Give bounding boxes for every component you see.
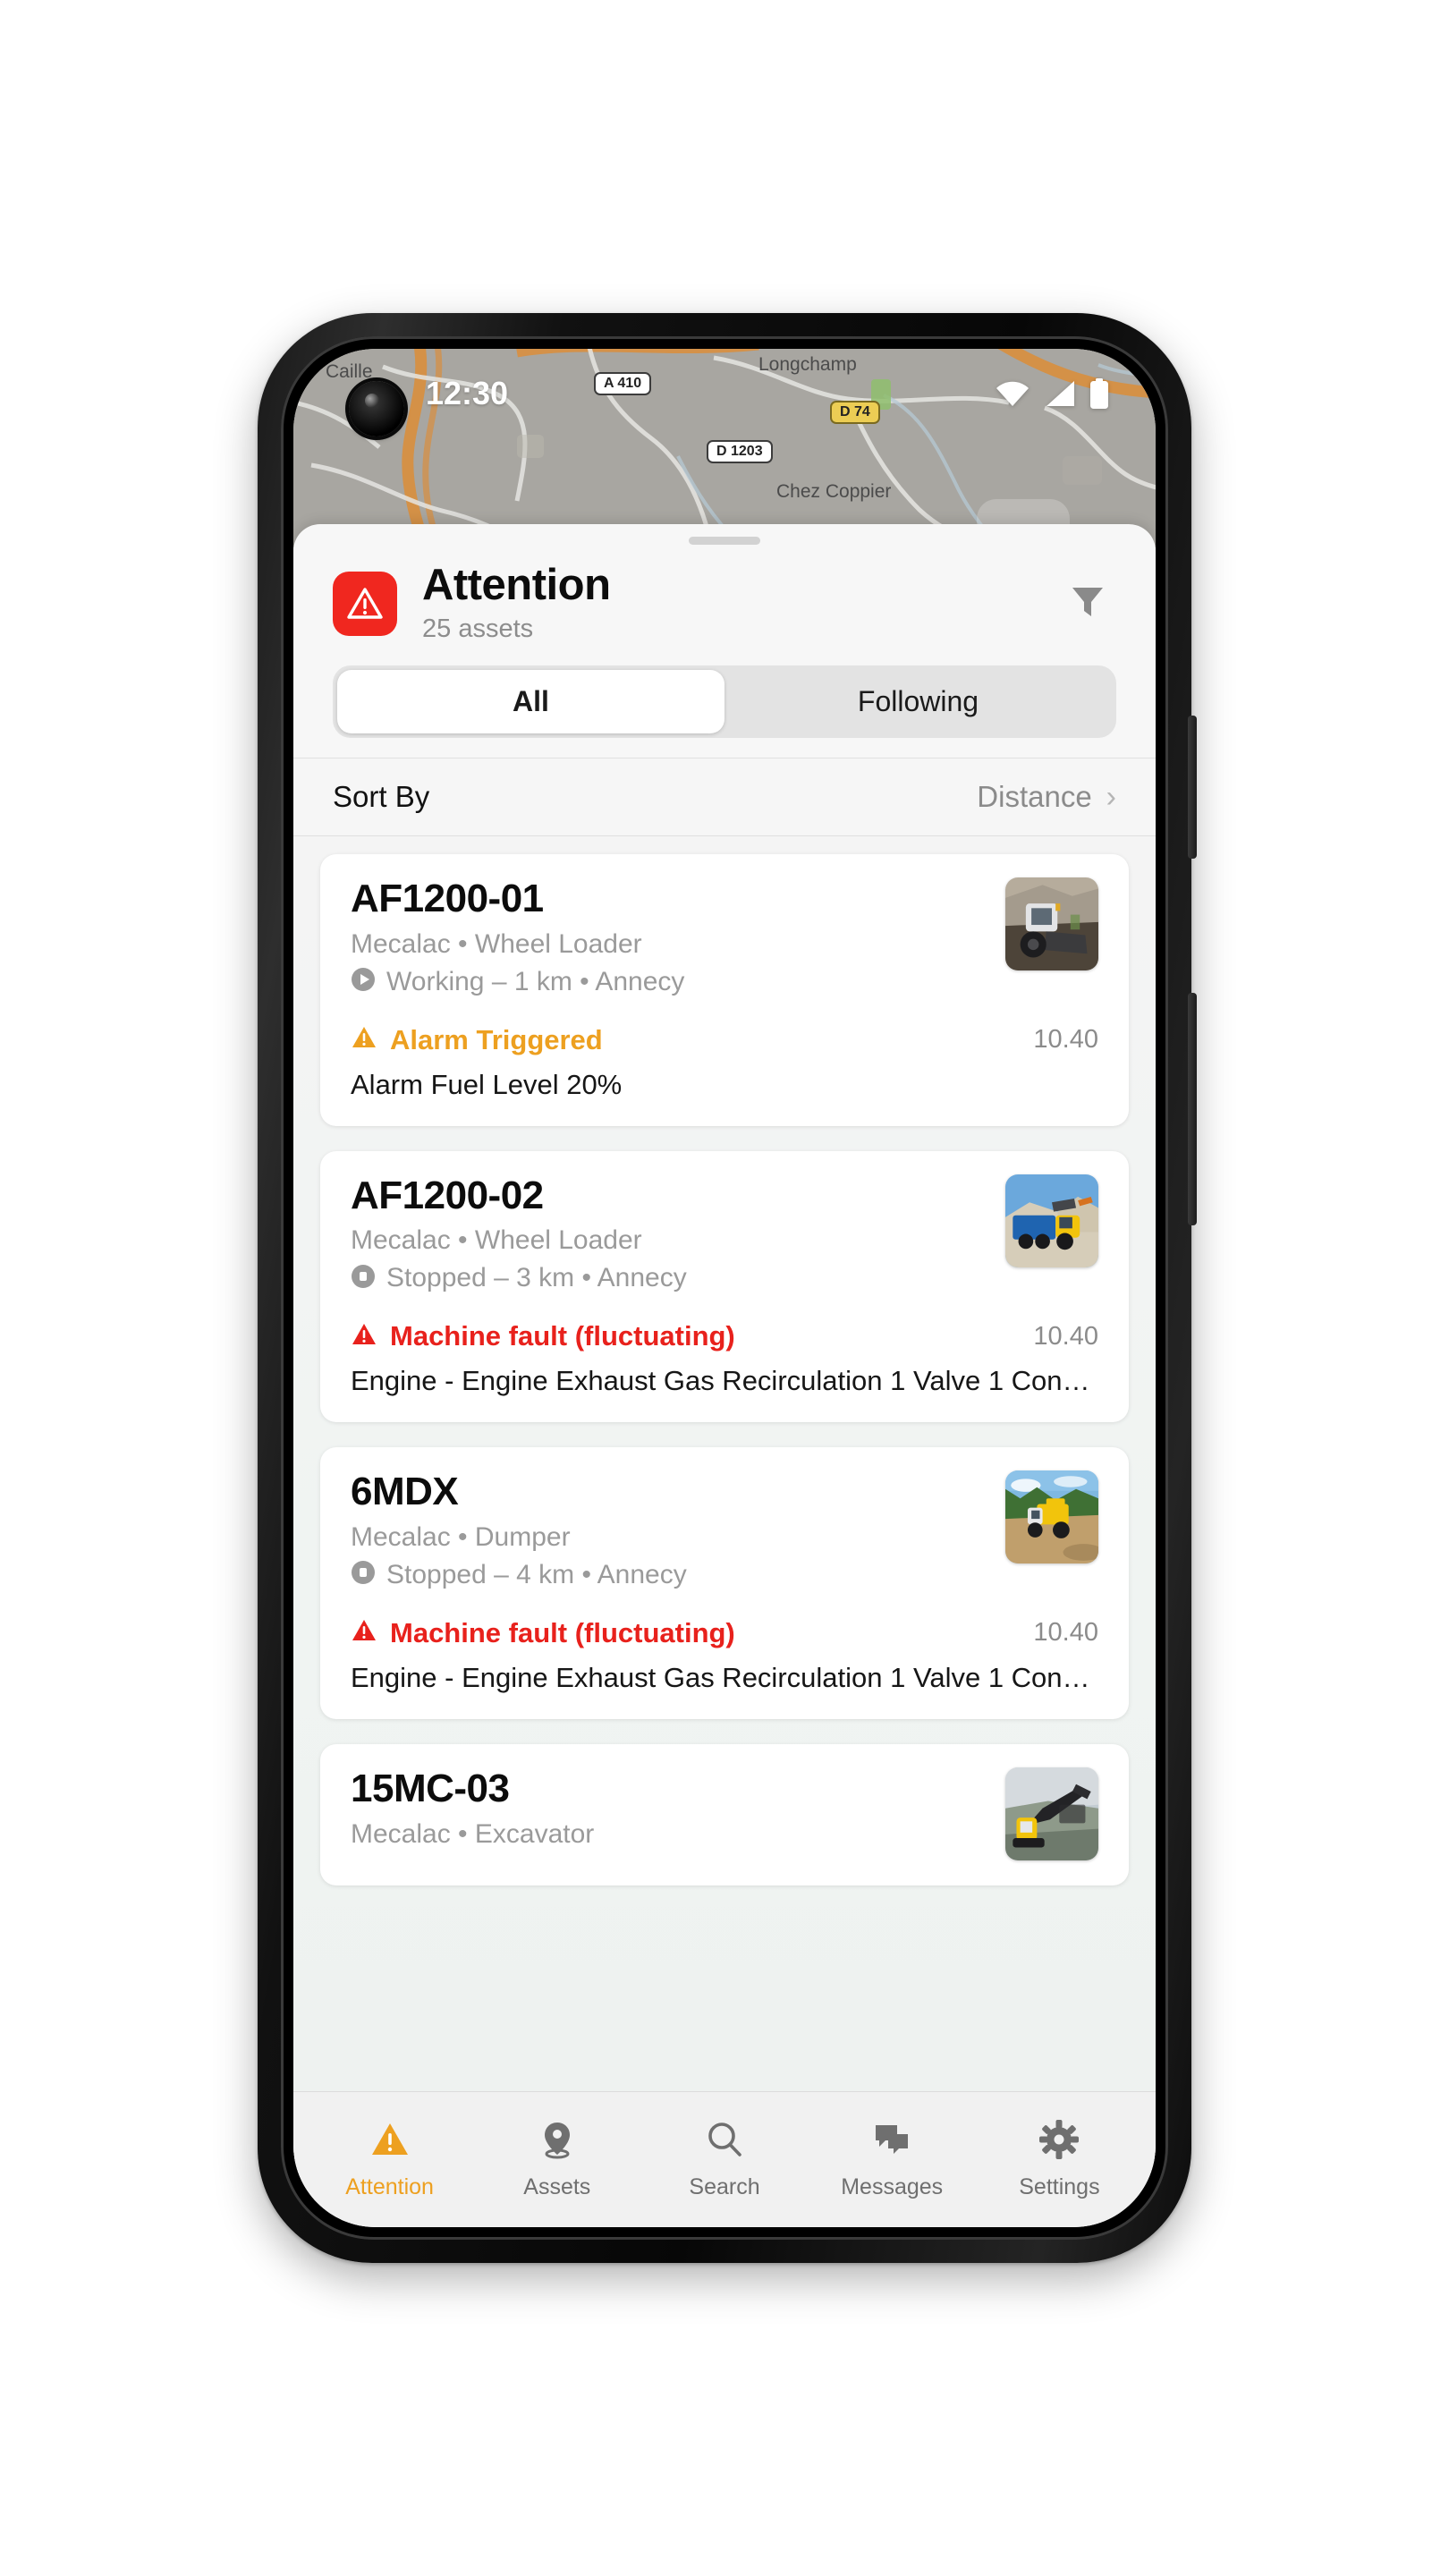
- tab-settings[interactable]: Settings: [976, 2119, 1143, 2200]
- asset-name: 15MC-03: [351, 1766, 510, 1810]
- wifi-icon: [995, 380, 1030, 407]
- map-label: Chez Coppier: [776, 481, 892, 502]
- gear-icon: [1038, 2119, 1080, 2165]
- list-item[interactable]: AF1200-01 Mecalac • Wheel Loader Working…: [320, 854, 1129, 1126]
- alert-label: Alarm Triggered: [390, 1023, 603, 1055]
- asset-card-details: 6MDX Mecalac • Dumper Stopped – 4 km • A…: [351, 1470, 987, 1590]
- tab-label: Search: [689, 2174, 760, 2199]
- status-bar: 12:30: [293, 349, 1156, 438]
- tab-attention[interactable]: Attention: [306, 2119, 473, 2200]
- asset-meta: Mecalac • Excavator: [351, 1818, 595, 1849]
- asset-status-text: Stopped – 4 km • Annecy: [386, 1559, 687, 1589]
- cellular-signal-icon: [1045, 380, 1075, 407]
- asset-status-text: Working – 1 km • Annecy: [386, 966, 685, 996]
- sheet-header-text: Attention 25 assets: [422, 561, 611, 644]
- chevron-right-icon: ›: [1106, 780, 1116, 815]
- asset-card-top: AF1200-02 Mecalac • Wheel Loader Stopped…: [351, 1174, 1098, 1294]
- asset-status-row: Stopped – 3 km • Annecy: [351, 1263, 987, 1293]
- status-bar-clock: 12:30: [426, 375, 509, 411]
- tab-assets[interactable]: Assets: [473, 2119, 640, 2200]
- search-icon: [704, 2119, 745, 2165]
- attention-bottom-sheet: Attention 25 assets All Following Sort B…: [293, 524, 1156, 2227]
- asset-thumbnail[interactable]: [1005, 1767, 1098, 1860]
- screenshot-canvas: Caille Longchamp Chez Coppier A 410 D 74…: [0, 0, 1449, 2576]
- tab-search[interactable]: Search: [640, 2119, 808, 2200]
- asset-meta: Mecalac • Wheel Loader: [351, 928, 642, 959]
- list-item[interactable]: 6MDX Mecalac • Dumper Stopped – 4 km • A…: [320, 1447, 1129, 1719]
- asset-meta: Mecalac • Wheel Loader: [351, 1225, 642, 1256]
- asset-count-subtitle: 25 assets: [422, 614, 534, 644]
- asset-status-row: Working – 1 km • Annecy: [351, 967, 987, 997]
- tab-label: Attention: [345, 2174, 434, 2199]
- play-circle-icon: [351, 967, 376, 996]
- asset-status-row: Stopped – 4 km • Annecy: [351, 1560, 987, 1590]
- phone-bezel: Caille Longchamp Chez Coppier A 410 D 74…: [281, 336, 1168, 2240]
- alert-label: Machine fault (fluctuating): [390, 1616, 735, 1648]
- power-button[interactable]: [1188, 716, 1197, 859]
- asset-card-top: 15MC-03 Mecalac • Excavator: [351, 1767, 1098, 1860]
- alert-description: Engine - Engine Exhaust Gas Recirculatio…: [351, 1661, 1090, 1693]
- alert-triangle-icon: [351, 1617, 377, 1648]
- asset-status-text: Stopped – 3 km • Annecy: [386, 1263, 687, 1293]
- filter-funnel-icon: [1068, 588, 1107, 624]
- bottom-tab-bar: Attention Assets Search Messages Setting…: [293, 2091, 1156, 2227]
- alert-time: 10.40: [1033, 1618, 1098, 1648]
- asset-card-details: AF1200-02 Mecalac • Wheel Loader Stopped…: [351, 1174, 987, 1294]
- asset-thumbnail[interactable]: [1005, 1174, 1098, 1267]
- road-shield: D 1203: [707, 440, 773, 463]
- scope-segmented-control[interactable]: All Following: [333, 665, 1116, 739]
- tab-messages[interactable]: Messages: [809, 2119, 976, 2200]
- alert-description: Alarm Fuel Level 20%: [351, 1068, 623, 1100]
- chat-bubbles-icon: [871, 2119, 912, 2165]
- asset-alert-row: Machine fault (fluctuating) 10.40: [351, 1320, 1098, 1352]
- asset-alert-row: Alarm Triggered 10.40: [351, 1024, 1098, 1056]
- sheet-drag-handle[interactable]: [689, 537, 760, 545]
- phone-device-frame: Caille Longchamp Chez Coppier A 410 D 74…: [258, 313, 1197, 2263]
- status-bar-icons: [995, 378, 1109, 409]
- sort-by-value: Distance: [977, 780, 1092, 814]
- asset-alert-row: Machine fault (fluctuating) 10.40: [351, 1617, 1098, 1649]
- tab-label: Settings: [1019, 2174, 1100, 2199]
- asset-card-top: 6MDX Mecalac • Dumper Stopped – 4 km • A…: [351, 1470, 1098, 1590]
- front-camera-punch-hole: [349, 381, 404, 436]
- alert-label: Machine fault (fluctuating): [390, 1320, 735, 1352]
- list-item[interactable]: AF1200-02 Mecalac • Wheel Loader Stopped…: [320, 1150, 1129, 1423]
- sort-by-label: Sort By: [333, 780, 430, 814]
- alert-triangle-icon: [351, 1321, 377, 1352]
- asset-name: AF1200-01: [351, 877, 544, 921]
- asset-card-details: 15MC-03 Mecalac • Excavator: [351, 1767, 987, 1860]
- alert-triangle-icon: [333, 571, 397, 636]
- tab-following[interactable]: Following: [724, 670, 1112, 733]
- alert-triangle-icon: [351, 1024, 377, 1055]
- volume-button[interactable]: [1188, 993, 1197, 1225]
- filter-button[interactable]: [1059, 572, 1116, 634]
- asset-card-top: AF1200-01 Mecalac • Wheel Loader Working…: [351, 877, 1098, 997]
- tab-label: Assets: [523, 2174, 591, 2199]
- asset-card-details: AF1200-01 Mecalac • Wheel Loader Working…: [351, 877, 987, 997]
- alert-triangle-icon: [369, 2119, 411, 2165]
- tab-label: Messages: [841, 2174, 944, 2199]
- page-title: Attention: [422, 561, 611, 609]
- asset-thumbnail[interactable]: [1005, 877, 1098, 971]
- map-pin-icon: [537, 2119, 578, 2165]
- list-item[interactable]: 15MC-03 Mecalac • Excavator: [320, 1743, 1129, 1885]
- asset-name: 6MDX: [351, 1470, 459, 1514]
- alert-description: Engine - Engine Exhaust Gas Recirculatio…: [351, 1365, 1090, 1397]
- phone-screen: Caille Longchamp Chez Coppier A 410 D 74…: [293, 349, 1156, 2227]
- alert-time: 10.40: [1033, 1321, 1098, 1351]
- alert-time: 10.40: [1033, 1025, 1098, 1055]
- sheet-header: Attention 25 assets: [293, 545, 1156, 653]
- asset-name: AF1200-02: [351, 1173, 544, 1217]
- sort-by-row[interactable]: Sort By Distance ›: [293, 758, 1156, 837]
- asset-list[interactable]: AF1200-01 Mecalac • Wheel Loader Working…: [293, 836, 1156, 2091]
- asset-meta: Mecalac • Dumper: [351, 1521, 571, 1552]
- tab-all[interactable]: All: [337, 670, 724, 734]
- battery-icon: [1089, 378, 1109, 409]
- stop-circle-icon: [351, 1264, 376, 1293]
- asset-thumbnail[interactable]: [1005, 1470, 1098, 1564]
- stop-circle-icon: [351, 1560, 376, 1589]
